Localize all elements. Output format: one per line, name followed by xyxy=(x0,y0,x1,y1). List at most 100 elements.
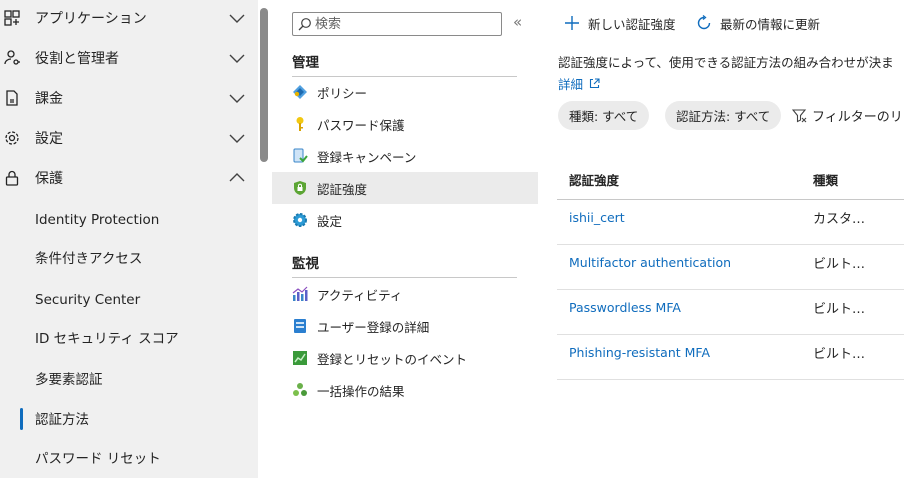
refresh-button[interactable]: 最新の情報に更新 xyxy=(696,8,820,38)
menu-item-label: 登録とリセットのイベント xyxy=(317,351,468,367)
menu-search-box[interactable] xyxy=(292,12,502,36)
left-nav: アプリケーション 役割と管理者 課金 設定 保護 Identity Protec… xyxy=(0,0,258,478)
nav-sub-item-mfa[interactable]: 多要素認証 xyxy=(0,358,258,398)
section-header-manage: 管理 xyxy=(292,49,517,77)
nav-item-applications[interactable]: アプリケーション xyxy=(0,0,258,38)
plus-icon xyxy=(565,16,579,30)
menu-item-label: ポリシー xyxy=(317,85,368,101)
new-auth-strength-label: 新しい認証強度 xyxy=(588,16,676,32)
nav-sub-item-label: Security Center xyxy=(35,292,141,308)
chevron-down-icon[interactable] xyxy=(228,9,246,27)
learn-more-label: 詳細 xyxy=(558,77,584,92)
menu-item-bulk-operation-results[interactable]: 一括操作の結果 xyxy=(272,374,538,406)
document-icon xyxy=(3,89,21,107)
chevron-down-icon[interactable] xyxy=(228,129,246,147)
nav-item-billing[interactable]: 課金 xyxy=(0,78,258,118)
menu-item-label: 設定 xyxy=(317,213,343,229)
nav-sub-item-label: 多要素認証 xyxy=(35,372,103,388)
table-row[interactable]: ishii_cert カスタ… xyxy=(557,200,904,245)
nav-sub-item-identity-protection[interactable]: Identity Protection xyxy=(0,200,258,240)
chevron-up-icon[interactable] xyxy=(228,169,246,187)
nav-item-label: 設定 xyxy=(35,131,63,147)
menu-item-label: 認証強度 xyxy=(317,181,368,197)
filter-clear-icon xyxy=(792,108,807,122)
filter-pill-auth-method[interactable]: 認証方法: すべて xyxy=(665,101,782,130)
refresh-label: 最新の情報に更新 xyxy=(720,16,821,32)
new-auth-strength-button[interactable]: 新しい認証強度 xyxy=(564,8,676,38)
table-row[interactable]: Phishing-resistant MFA ビルト… xyxy=(557,335,904,380)
activity-chart-icon xyxy=(292,286,308,301)
nav-sub-item-label: 条件付きアクセス xyxy=(35,251,143,267)
search-input[interactable] xyxy=(315,15,495,33)
menu-item-label: アクティビティ xyxy=(317,287,403,303)
nav-sub-item-password-reset[interactable]: パスワード リセット xyxy=(0,437,258,477)
chevron-down-icon[interactable] xyxy=(228,49,246,67)
menu-item-registration-reset-events[interactable]: 登録とリセットのイベント xyxy=(272,342,538,374)
auth-strength-link[interactable]: Passwordless MFA xyxy=(569,300,681,315)
nav-item-label: 役割と管理者 xyxy=(35,51,119,67)
campaign-icon xyxy=(293,148,308,163)
nav-item-label: 保護 xyxy=(35,171,63,187)
type-cell: ビルト… xyxy=(813,302,866,317)
reset-filters-button[interactable]: フィルターのリ xyxy=(792,101,903,130)
nav-item-label: アプリケーション xyxy=(35,11,147,27)
nav-sub-item-identity-secure-score[interactable]: ID セキュリティ スコア xyxy=(0,317,258,357)
reset-filters-label: フィルターのリ xyxy=(812,110,903,125)
column-header-auth-strength[interactable]: 認証強度 xyxy=(569,170,619,189)
menu-item-label: ユーザー登録の詳細 xyxy=(317,319,430,335)
settings-gear-icon xyxy=(293,213,307,227)
menu-item-policies[interactable]: ポリシー xyxy=(272,76,538,108)
nav-sub-item-label: 認証方法 xyxy=(35,412,89,428)
shield-lock-icon xyxy=(294,181,306,195)
type-cell: ビルト… xyxy=(813,347,866,362)
app-root: アプリケーション 役割と管理者 課金 設定 保護 Identity Protec… xyxy=(0,0,904,478)
nav-sub-item-security-center[interactable]: Security Center xyxy=(0,280,258,320)
filter-pill-type[interactable]: 種類: すべて xyxy=(558,101,650,130)
menu-item-user-registration-details[interactable]: ユーザー登録の詳細 xyxy=(272,310,538,342)
person-key-icon xyxy=(3,49,21,67)
nav-sub-item-label: Identity Protection xyxy=(35,212,160,228)
learn-more-link[interactable]: 詳細 xyxy=(558,74,600,93)
chevron-down-icon[interactable] xyxy=(228,89,246,107)
selected-indicator xyxy=(20,408,23,430)
nav-scrollbar[interactable] xyxy=(260,8,268,162)
bulk-operations-icon xyxy=(293,383,307,396)
auth-strength-link[interactable]: Phishing-resistant MFA xyxy=(569,345,710,360)
gear-icon xyxy=(3,129,21,147)
menu-item-label: 一括操作の結果 xyxy=(317,383,405,399)
lock-icon xyxy=(3,169,21,187)
column-header-type[interactable]: 種類 xyxy=(813,170,838,189)
collapse-menu-icon[interactable]: « xyxy=(513,13,522,31)
table-row[interactable]: Multifactor authentication ビルト… xyxy=(557,245,904,290)
menu-item-registration-campaign[interactable]: 登録キャンペーン xyxy=(272,140,538,172)
resource-menu: « 管理 ポリシー パスワード保護 登録キャンペーン 認証強度 設定 監視 アク… xyxy=(272,0,538,478)
nav-sub-item-auth-methods[interactable]: 認証方法 xyxy=(0,398,258,438)
section-header-monitoring: 監視 xyxy=(292,250,517,278)
page-description: 認証強度によって、使用できる認証方法の組み合わせが決ま xyxy=(558,55,894,70)
auth-strength-link[interactable]: ishii_cert xyxy=(569,210,625,225)
search-icon xyxy=(298,18,311,31)
policy-icon xyxy=(293,85,307,99)
menu-item-label: パスワード保護 xyxy=(317,117,405,133)
filter-pill-label: 種類: すべて xyxy=(569,109,639,124)
user-registration-icon xyxy=(294,319,306,333)
auth-strength-link[interactable]: Multifactor authentication xyxy=(569,255,731,270)
nav-sub-item-label: パスワード リセット xyxy=(35,451,161,467)
nav-item-protection[interactable]: 保護 xyxy=(0,158,258,198)
external-link-icon xyxy=(589,78,600,89)
menu-item-settings[interactable]: 設定 xyxy=(272,204,538,236)
menu-item-authentication-strengths[interactable]: 認証強度 xyxy=(272,172,538,204)
app-grid-icon xyxy=(3,9,21,27)
type-cell: カスタ… xyxy=(813,212,866,227)
table-row[interactable]: Passwordless MFA ビルト… xyxy=(557,290,904,335)
refresh-icon xyxy=(697,15,711,30)
nav-sub-item-conditional-access[interactable]: 条件付きアクセス xyxy=(0,237,258,277)
key-icon xyxy=(296,117,304,131)
menu-item-activity[interactable]: アクティビティ xyxy=(272,278,538,310)
nav-item-settings[interactable]: 設定 xyxy=(0,118,258,158)
nav-sub-item-label: ID セキュリティ スコア xyxy=(35,331,179,347)
menu-item-label: 登録キャンペーン xyxy=(317,149,417,165)
menu-item-password-protection[interactable]: パスワード保護 xyxy=(272,108,538,140)
type-cell: ビルト… xyxy=(813,257,866,272)
nav-item-roles-admins[interactable]: 役割と管理者 xyxy=(0,38,258,78)
